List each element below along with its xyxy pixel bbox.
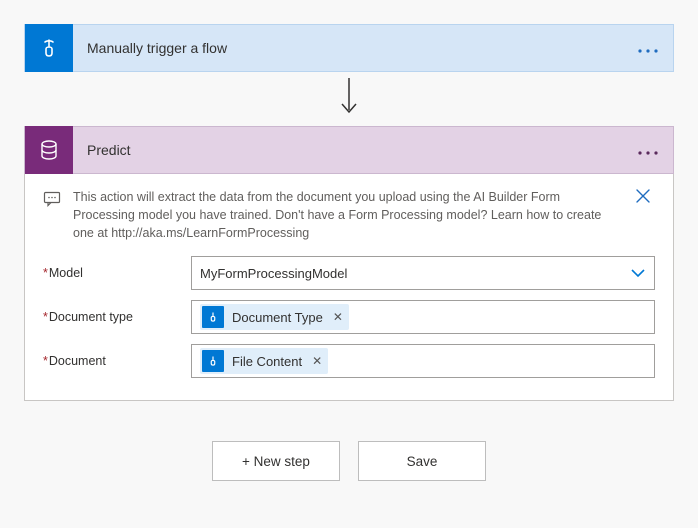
token-label: Document Type	[232, 310, 323, 325]
predict-title: Predict	[73, 142, 637, 158]
document-row: *Document File Content ✕	[43, 344, 655, 378]
document-field[interactable]: File Content ✕	[191, 344, 655, 378]
document-token[interactable]: File Content ✕	[200, 348, 328, 374]
flow-trigger-icon	[202, 306, 224, 328]
chevron-down-icon	[630, 266, 646, 281]
document-type-token[interactable]: Document Type ✕	[200, 304, 349, 330]
close-icon[interactable]	[631, 188, 655, 209]
new-step-button[interactable]: + New step	[212, 441, 340, 481]
model-label: *Model	[43, 266, 191, 280]
trigger-header[interactable]: Manually trigger a flow	[24, 24, 674, 72]
footer-buttons: + New step Save	[24, 441, 674, 481]
save-button[interactable]: Save	[358, 441, 486, 481]
flow-trigger-icon	[202, 350, 224, 372]
model-row: *Model MyFormProcessingModel	[43, 256, 655, 290]
document-type-row: *Document type Document Type ✕	[43, 300, 655, 334]
document-type-label: *Document type	[43, 310, 191, 324]
trigger-menu-button[interactable]	[637, 38, 673, 59]
predict-database-icon	[25, 126, 73, 174]
document-label: *Document	[43, 354, 191, 368]
token-label: File Content	[232, 354, 302, 369]
predict-header[interactable]: Predict	[24, 126, 674, 174]
trigger-title: Manually trigger a flow	[73, 40, 637, 56]
model-value: MyFormProcessingModel	[200, 266, 347, 281]
comment-icon	[43, 188, 61, 211]
document-type-field[interactable]: Document Type ✕	[191, 300, 655, 334]
predict-menu-button[interactable]	[637, 140, 673, 161]
info-text: This action will extract the data from t…	[73, 188, 619, 242]
token-remove-icon[interactable]: ✕	[331, 310, 343, 324]
token-remove-icon[interactable]: ✕	[310, 354, 322, 368]
model-dropdown[interactable]: MyFormProcessingModel	[191, 256, 655, 290]
flow-connector	[24, 72, 674, 126]
predict-body: This action will extract the data from t…	[24, 174, 674, 401]
manual-trigger-icon	[25, 24, 73, 72]
info-banner: This action will extract the data from t…	[43, 188, 655, 242]
